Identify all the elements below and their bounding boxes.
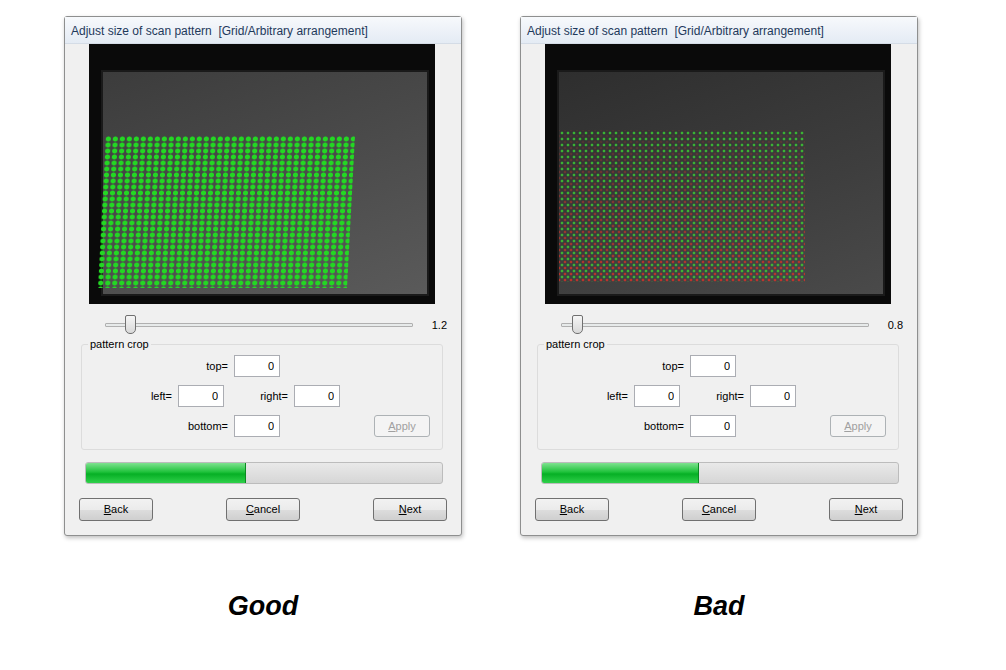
apply-label: Apply xyxy=(388,418,416,435)
field-label: right= xyxy=(680,388,750,405)
next-button[interactable]: Next xyxy=(373,498,447,521)
slider-thumb[interactable] xyxy=(572,315,583,334)
field-label: top= xyxy=(538,358,690,375)
pattern-crop-group: pattern croptop=left=right=bottom=Apply xyxy=(537,344,899,450)
size-slider-row: 1.2 xyxy=(65,304,461,336)
crop-input[interactable] xyxy=(178,385,224,408)
verdict-caption: Bad xyxy=(520,586,918,627)
back-button[interactable]: Back xyxy=(79,498,153,521)
apply-button: Apply xyxy=(830,415,886,438)
slider-track[interactable] xyxy=(561,323,869,327)
button-label: Back xyxy=(560,501,584,518)
button-label: Next xyxy=(399,501,422,518)
size-slider-row: 0.8 xyxy=(521,304,917,336)
crop-input[interactable] xyxy=(690,415,736,438)
panel-column: Adjust size of scan pattern [Grid/Arbitr… xyxy=(64,16,462,626)
crop-input[interactable] xyxy=(234,415,280,438)
button-row: Back Cancel Next xyxy=(521,484,917,521)
crop-row: top= xyxy=(538,351,898,381)
crop-input[interactable] xyxy=(750,385,796,408)
slider-track[interactable] xyxy=(105,323,413,327)
scan-pattern xyxy=(559,130,805,282)
button-label: Back xyxy=(104,501,128,518)
progress-fill xyxy=(86,463,246,483)
progress-bar xyxy=(85,462,443,484)
crop-input[interactable] xyxy=(634,385,680,408)
button-row: Back Cancel Next xyxy=(65,484,461,521)
crop-input[interactable] xyxy=(690,355,736,378)
field-label: bottom= xyxy=(82,418,234,435)
group-title: pattern crop xyxy=(88,337,151,351)
apply-button: Apply xyxy=(374,415,430,438)
error-dots xyxy=(559,130,805,282)
window-title: Adjust size of scan pattern [Grid/Arbitr… xyxy=(65,17,461,44)
verdict-caption: Good xyxy=(64,586,462,627)
dialog-window: Adjust size of scan pattern [Grid/Arbitr… xyxy=(64,16,462,536)
group-title: pattern crop xyxy=(544,337,607,351)
crop-input[interactable] xyxy=(294,385,340,408)
field-label: top= xyxy=(82,358,234,375)
dialog-window: Adjust size of scan pattern [Grid/Arbitr… xyxy=(520,16,918,536)
button-label: Cancel xyxy=(702,501,736,518)
progress-bar xyxy=(541,462,899,484)
button-label: Next xyxy=(855,501,878,518)
camera-view xyxy=(89,44,435,304)
button-label: Cancel xyxy=(246,501,280,518)
crop-row: left= right= xyxy=(82,381,442,411)
field-label: right= xyxy=(224,388,294,405)
slider-value: 0.8 xyxy=(869,317,903,334)
crop-row: bottom= Apply xyxy=(538,411,898,441)
panel-column: Adjust size of scan pattern [Grid/Arbitr… xyxy=(520,16,918,626)
slider-thumb[interactable] xyxy=(125,315,136,334)
cancel-button[interactable]: Cancel xyxy=(682,498,756,521)
window-title: Adjust size of scan pattern [Grid/Arbitr… xyxy=(521,17,917,44)
scan-pattern xyxy=(97,136,355,288)
next-button[interactable]: Next xyxy=(829,498,903,521)
camera-view xyxy=(545,44,891,304)
back-button[interactable]: Back xyxy=(535,498,609,521)
progress-fill xyxy=(542,463,699,483)
field-label: bottom= xyxy=(538,418,690,435)
cancel-button[interactable]: Cancel xyxy=(226,498,300,521)
slider-value: 1.2 xyxy=(413,317,447,334)
crop-row: bottom= Apply xyxy=(82,411,442,441)
crop-row: top= xyxy=(82,351,442,381)
apply-label: Apply xyxy=(844,418,872,435)
pattern-crop-group: pattern croptop=left=right=bottom=Apply xyxy=(81,344,443,450)
field-label: left= xyxy=(82,388,178,405)
field-label: left= xyxy=(538,388,634,405)
crop-input[interactable] xyxy=(234,355,280,378)
crop-row: left= right= xyxy=(538,381,898,411)
